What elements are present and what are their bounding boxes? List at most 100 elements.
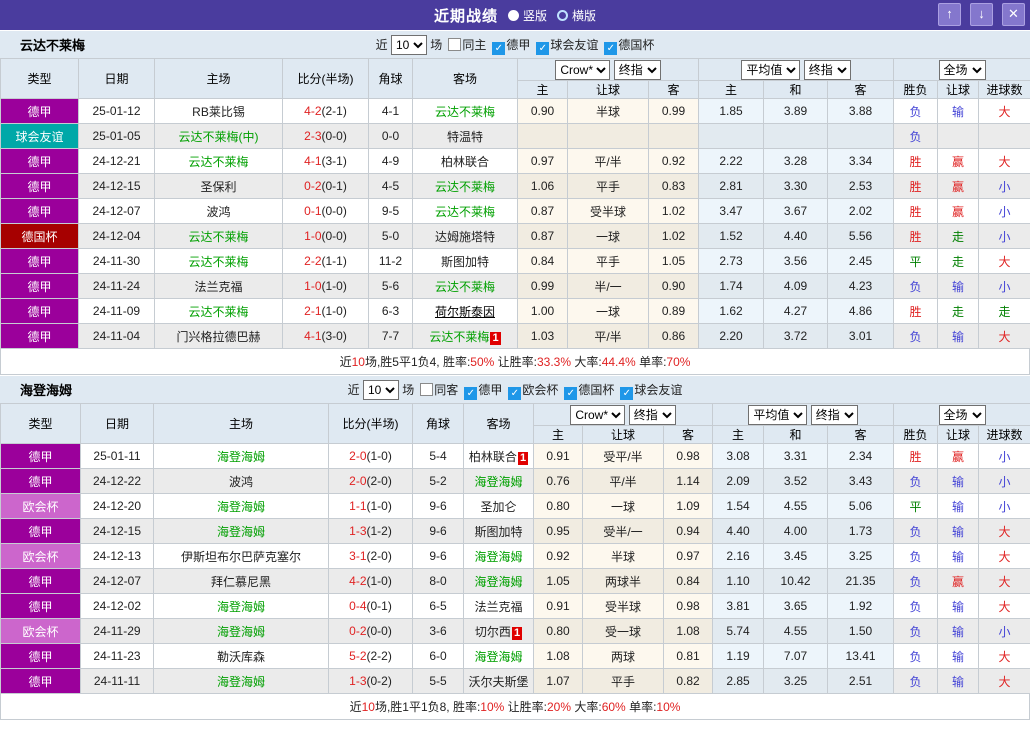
- away-team-name: 沃尔夫斯堡: [468, 674, 529, 689]
- move-down-button[interactable]: ↓: [970, 3, 993, 26]
- cell-avg-away: 1.92: [827, 593, 895, 619]
- league-checkbox-2[interactable]: ✓: [564, 386, 578, 400]
- halftime-score: (1-0): [321, 279, 347, 293]
- fulltime-score: 1-3: [349, 524, 367, 538]
- cell-avg-draw: 4.00: [763, 518, 829, 544]
- cell-away-team: 云达不莱梅 1: [412, 323, 518, 349]
- home-team-name: 海登海姆: [216, 449, 265, 464]
- cell-avg-draw: 3.65: [763, 593, 829, 619]
- select-bookmaker-odds-group-0[interactable]: Crow*: [570, 404, 626, 425]
- close-button[interactable]: ✕: [1002, 3, 1025, 26]
- sub-header-8: 进球数: [978, 425, 1030, 444]
- select-bookmaker-odds-group-1[interactable]: 终指: [628, 404, 676, 425]
- cell-home-team: 伊斯坦布尔巴萨克塞尔: [153, 543, 329, 569]
- away-team-name: 海登海姆: [474, 574, 523, 589]
- league-checkbox-0[interactable]: ✓: [492, 41, 506, 55]
- away-team-name: 斯图加特: [440, 254, 489, 269]
- col-header-2: 主场: [153, 403, 329, 444]
- cell-away-team: 斯图加特: [412, 248, 518, 274]
- cell-result-goals: 小: [978, 443, 1030, 469]
- league-checkbox-3[interactable]: ✓: [620, 386, 634, 400]
- cell-home-team: 云达不莱梅: [154, 298, 283, 324]
- summary-stat-label: 让胜率:: [494, 355, 537, 369]
- cell-away-team: 沃尔夫斯堡: [463, 668, 534, 694]
- select-bookmaker-odds-group-0[interactable]: Crow*: [555, 59, 611, 80]
- cell-league-badge: 德国杯: [0, 223, 79, 249]
- summary-stat-value: 60%: [601, 700, 626, 714]
- away-team-name: 法兰克福: [474, 599, 523, 614]
- cell-avg-home: 1.52: [698, 223, 765, 249]
- home-team-name: 海登海姆: [216, 624, 265, 639]
- radio-vertical-layout[interactable]: 竖版: [507, 7, 547, 24]
- cell-odds-away: 0.97: [662, 543, 714, 569]
- average-odds-group: 平均值 终指: [712, 403, 895, 426]
- cell-avg-draw: 3.25: [763, 668, 829, 694]
- cell-score: 5-2(2-2): [328, 643, 413, 669]
- cell-league-badge: 欧会杯: [0, 618, 81, 644]
- col-header-3: 比分(半场): [328, 403, 413, 444]
- move-up-button[interactable]: ↑: [938, 3, 961, 26]
- league-checkbox-1[interactable]: ✓: [508, 386, 522, 400]
- cell-away-team: 斯图加特: [463, 518, 534, 544]
- select-average-odds-group-3[interactable]: 终指: [803, 59, 851, 80]
- cell-result-handicap: 赢: [937, 568, 980, 594]
- cell-avg-away: 1.50: [827, 618, 895, 644]
- cell-result-winloss: 负: [893, 98, 939, 124]
- cell-result-handicap: 输: [937, 593, 980, 619]
- cell-home-team: 拜仁慕尼黑: [153, 568, 329, 594]
- select-average-odds-group-2[interactable]: 平均值: [741, 59, 801, 80]
- cell-avg-away: 5.56: [827, 223, 895, 249]
- same-venue-checkbox[interactable]: [420, 382, 434, 396]
- table-row: 德国杯 24-12-04 云达不莱梅 1-0(0-0) 5-0 达姆施塔特 0.87 一球 1.…: [0, 223, 1030, 249]
- radio-horizontal-layout[interactable]: 横版: [557, 7, 596, 24]
- cell-date: 24-12-21: [78, 148, 155, 174]
- cell-odds-away: [647, 123, 700, 149]
- league-checkbox-1[interactable]: ✓: [536, 41, 550, 55]
- away-team-link[interactable]: 荷尔斯泰因: [435, 305, 495, 319]
- summary-stat-label: 大率:: [571, 700, 602, 714]
- results-table: 类型 日期 主场 比分(半场) 角球 客场 Crow* 终指 平均值 终指 全场 主让球客主…: [0, 403, 1030, 694]
- select-fulltime-group-4[interactable]: 全场: [938, 404, 986, 425]
- cell-home-team: 云达不莱梅: [154, 148, 283, 174]
- cell-odds-away: 0.90: [647, 273, 700, 299]
- cell-avg-away: 21.35: [827, 568, 895, 594]
- fulltime-score: 2-2: [304, 254, 322, 268]
- fulltime-score: 2-0: [349, 474, 367, 488]
- away-team-name: 柏林联合: [440, 154, 489, 169]
- league-checkbox-2[interactable]: ✓: [604, 41, 618, 55]
- cell-odds-handicap: 平/半: [567, 148, 649, 174]
- select-average-odds-group-3[interactable]: 终指: [810, 404, 858, 425]
- cell-home-team: 法兰克福: [154, 273, 283, 299]
- cell-odds-home: 1.05: [533, 568, 583, 594]
- home-team-name: 法兰克福: [194, 279, 243, 294]
- fulltime-score: 1-0: [304, 279, 322, 293]
- halftime-score: (2-0): [366, 474, 392, 488]
- same-venue-checkbox[interactable]: [448, 37, 462, 51]
- league-checkbox-0[interactable]: ✓: [464, 386, 478, 400]
- cell-result-handicap: 输: [937, 98, 980, 124]
- cell-odds-away: 1.02: [647, 223, 700, 249]
- halftime-score: (0-0): [321, 204, 347, 218]
- cell-score: 2-1(1-0): [282, 298, 369, 324]
- cell-result-goals: 小: [978, 468, 1030, 494]
- cell-odds-handicap: 平/半: [582, 468, 664, 494]
- summary-stat-value: 33.3%: [537, 355, 572, 369]
- cell-avg-draw: 4.09: [763, 273, 829, 299]
- match-count-select[interactable]: 10: [362, 379, 399, 400]
- table-row: 德甲 24-12-02 海登海姆 0-4(0-1) 6-5 法兰克福 0.91 受半球 0.98…: [0, 593, 1030, 619]
- select-average-odds-group-2[interactable]: 平均值: [748, 404, 808, 425]
- halftime-score: (0-0): [321, 129, 347, 143]
- cell-avg-home: 3.81: [712, 593, 765, 619]
- select-bookmaker-odds-group-1[interactable]: 终指: [613, 59, 661, 80]
- select-fulltime-group-4[interactable]: 全场: [938, 59, 986, 80]
- match-count-select[interactable]: 10: [390, 34, 427, 55]
- table-row: 德甲 25-01-11 海登海姆 2-0(1-0) 5-4 柏林联合 1 0.91 受平/半 0.…: [0, 443, 1030, 469]
- table-row: 德甲 25-01-12 RB莱比锡 4-2(2-1) 4-1 云达不莱梅 0.90 半球 0.9…: [0, 98, 1030, 124]
- away-team-name: 云达不莱梅: [434, 279, 495, 294]
- table-row: 德甲 24-11-30 云达不莱梅 2-2(1-1) 11-2 斯图加特 0.84 平手 1.0…: [0, 248, 1030, 274]
- cell-odds-away: 0.98: [662, 443, 714, 469]
- cell-avg-away: [827, 123, 895, 149]
- cell-result-goals: 走: [978, 298, 1030, 324]
- cell-odds-away: 0.94: [662, 518, 714, 544]
- col-header-2: 主场: [154, 58, 283, 99]
